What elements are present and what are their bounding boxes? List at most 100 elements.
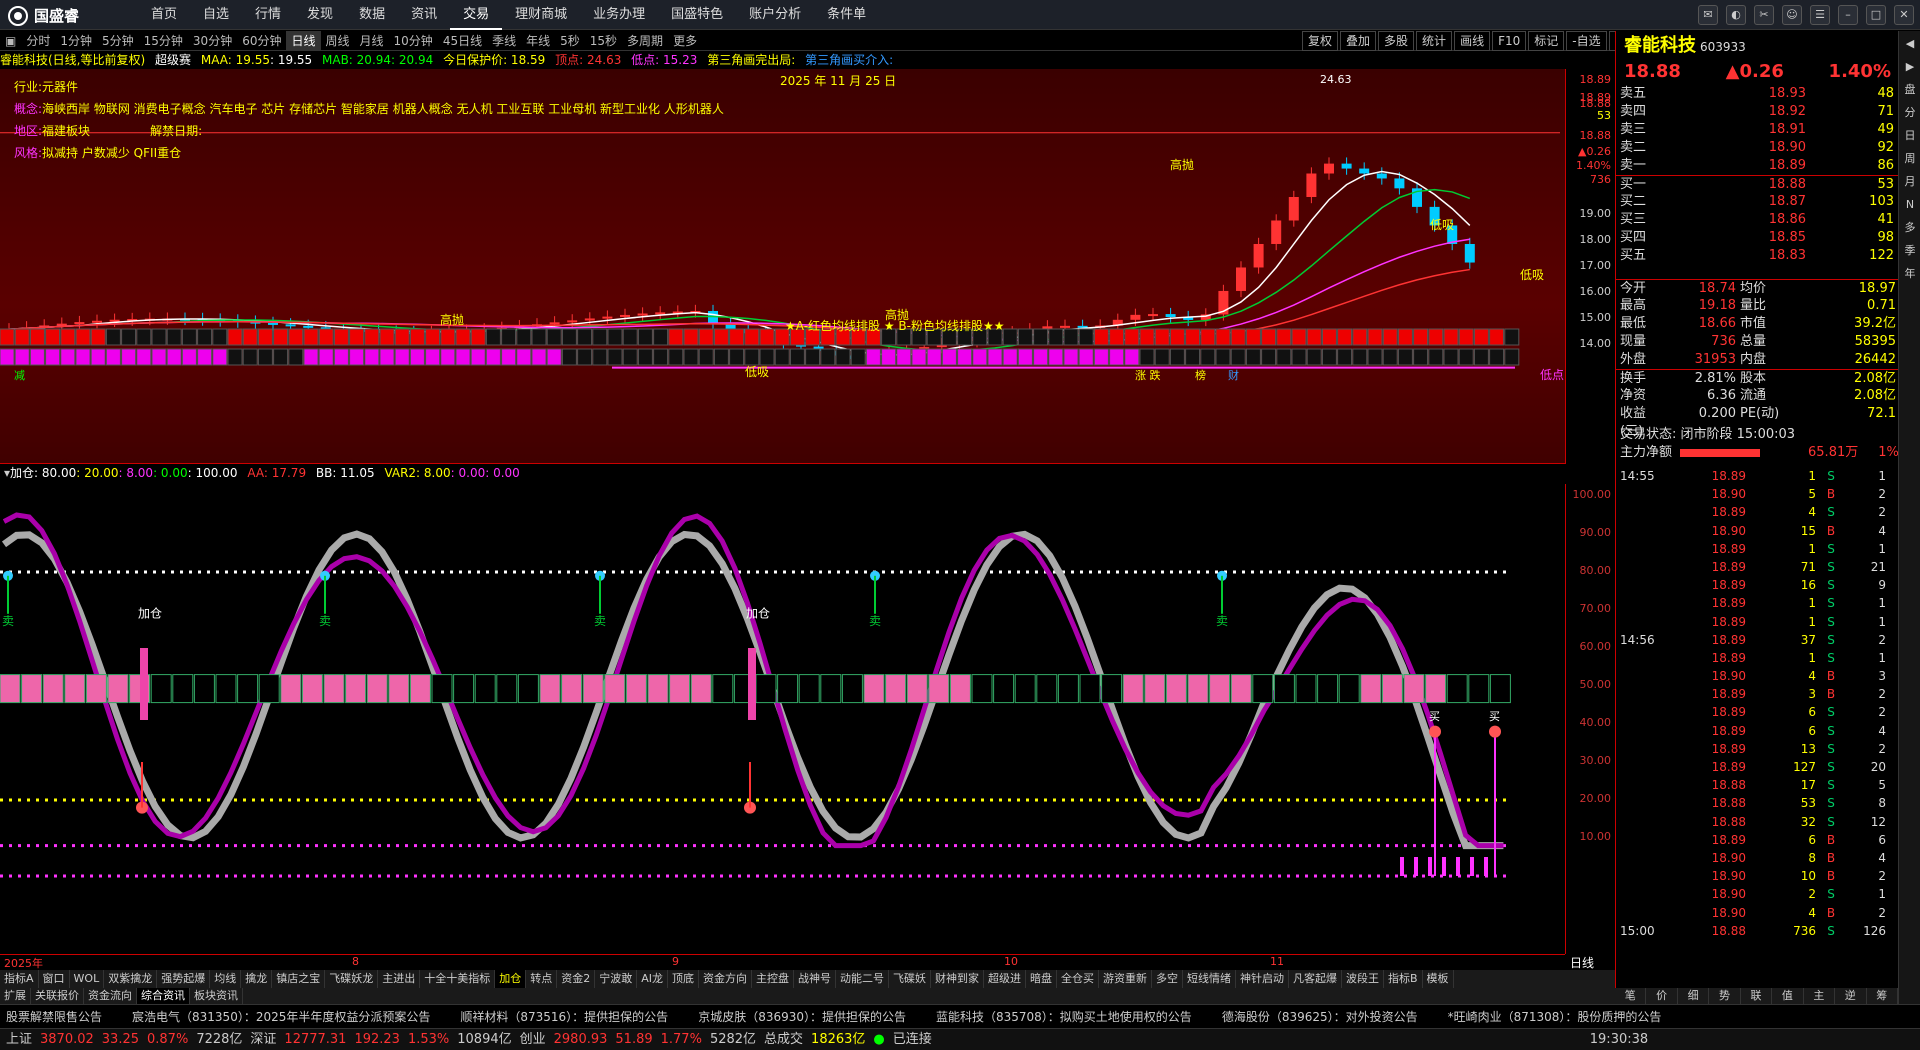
period-2[interactable]: 5分钟 xyxy=(97,31,139,50)
sidebar-btn-2[interactable]: 盘 xyxy=(1900,80,1920,100)
chart-tool-5[interactable]: F10 xyxy=(1492,31,1527,51)
maximize-icon[interactable]: □ xyxy=(1866,5,1886,25)
indicator-tab-2[interactable]: WOL xyxy=(70,970,105,988)
period-9[interactable]: 10分钟 xyxy=(389,31,438,50)
indicator-tab-21[interactable]: 飞碟妖 xyxy=(889,970,931,988)
period-14[interactable]: 15秒 xyxy=(585,31,622,50)
indicator-tab-27[interactable]: 多空 xyxy=(1152,970,1183,988)
news-item[interactable]: *旺崎肉业（871308）：股份质押的公告 xyxy=(1448,1005,1662,1028)
cy-label[interactable]: 创业 xyxy=(520,1029,546,1050)
book-row[interactable]: 卖三 18.91 49 xyxy=(1616,121,1899,139)
period-6[interactable]: 日线 xyxy=(286,31,321,50)
sidebar-btn-4[interactable]: 日 xyxy=(1900,126,1920,146)
book-row[interactable]: 买一 18.88 53 xyxy=(1616,175,1899,193)
indicator-tab-12[interactable]: 转点 xyxy=(526,970,558,988)
sidebar-btn-10[interactable]: 年 xyxy=(1900,264,1920,284)
book-row[interactable]: 买二 18.87 103 xyxy=(1616,193,1899,211)
menu-item-6[interactable]: 交易 xyxy=(450,0,503,30)
info-tab-1[interactable]: 关联报价 xyxy=(31,988,84,1004)
indicator-tab-14[interactable]: 宁波敢 xyxy=(595,970,638,988)
indicator-tab-24[interactable]: 暗盘 xyxy=(1026,970,1057,988)
indicator-tab-32[interactable]: 指标B xyxy=(1384,970,1423,988)
quote-tab-8[interactable]: 筹 xyxy=(1867,988,1898,1004)
period-10[interactable]: 45日线 xyxy=(438,31,487,50)
indicator-tab-25[interactable]: 全仓买 xyxy=(1057,970,1099,988)
close-icon[interactable]: ✕ xyxy=(1894,5,1914,25)
indicator-tab-16[interactable]: 顶底 xyxy=(668,970,699,988)
menu-item-8[interactable]: 业务办理 xyxy=(580,0,658,30)
sidebar-btn-7[interactable]: N xyxy=(1900,195,1920,215)
chart-tool-6[interactable]: 标记 xyxy=(1528,31,1565,51)
sidebar-btn-3[interactable]: 分 xyxy=(1900,103,1920,123)
quote-tab-6[interactable]: 主 xyxy=(1804,988,1836,1004)
book-row[interactable]: 买五 18.83 122 xyxy=(1616,247,1899,265)
menu-icon[interactable]: ☰ xyxy=(1810,5,1830,25)
app-logo[interactable]: 国盛睿 xyxy=(8,5,79,26)
indicator-tab-8[interactable]: 飞碟妖龙 xyxy=(325,970,379,988)
indicator-tab-18[interactable]: 主控盘 xyxy=(752,970,794,988)
menu-item-11[interactable]: 条件单 xyxy=(814,0,879,30)
period-7[interactable]: 周线 xyxy=(321,31,355,50)
period-3[interactable]: 15分钟 xyxy=(139,31,188,50)
quote-tab-2[interactable]: 细 xyxy=(1678,988,1710,1004)
info-tab-0[interactable]: 扩展 xyxy=(0,988,31,1004)
minimize-icon[interactable]: – xyxy=(1838,5,1858,25)
menu-item-5[interactable]: 资讯 xyxy=(398,0,450,30)
quote-tab-3[interactable]: 势 xyxy=(1709,988,1741,1004)
news-item[interactable]: 顺祥材料（873516）：提供担保的公告 xyxy=(460,1005,668,1028)
news-item[interactable]: 股票解禁限售公告 xyxy=(6,1005,102,1028)
indicator-tab-20[interactable]: 动能二号 xyxy=(836,970,889,988)
menu-item-7[interactable]: 理财商城 xyxy=(502,0,580,30)
period-15[interactable]: 多周期 xyxy=(622,31,668,50)
indicator-tab-7[interactable]: 镇店之宝 xyxy=(272,970,326,988)
sidebar-btn-9[interactable]: 季 xyxy=(1900,241,1920,261)
indicator-tab-29[interactable]: 神针启动 xyxy=(1236,970,1289,988)
skin-icon[interactable]: ◐ xyxy=(1726,5,1746,25)
indicator-tab-13[interactable]: 资金2 xyxy=(557,970,596,988)
info-tab-4[interactable]: 板块资讯 xyxy=(190,988,243,1004)
period-13[interactable]: 5秒 xyxy=(555,31,585,50)
news-item[interactable]: 蓝能科技（835708）：拟购买土地使用权的公告 xyxy=(936,1005,1192,1028)
indicator-tab-23[interactable]: 超级进 xyxy=(984,970,1026,988)
chart-tool-1[interactable]: 叠加 xyxy=(1340,31,1377,51)
menu-item-4[interactable]: 数据 xyxy=(346,0,398,30)
indicator-chart[interactable]: 加仓 加仓卖 卖 卖 卖 卖买 买 xyxy=(0,484,1565,954)
quote-tab-1[interactable]: 价 xyxy=(1646,988,1678,1004)
indicator-tab-9[interactable]: 主进出 xyxy=(378,970,421,988)
quote-tab-0[interactable]: 笔 xyxy=(1615,988,1647,1004)
quote-tab-7[interactable]: 逆 xyxy=(1835,988,1867,1004)
tick-list[interactable]: 14:55 18.89 1 S 1 18.90 5 B 2 18.89 4 S 2 18.90 15 B 4 18… xyxy=(1616,467,1899,940)
news-item[interactable]: 京城皮肤（836930）：提供担保的公告 xyxy=(698,1005,906,1028)
book-row[interactable]: 买四 18.85 98 xyxy=(1616,229,1899,247)
chart-tool-3[interactable]: 统计 xyxy=(1416,31,1453,51)
sidebar-btn-6[interactable]: 月 xyxy=(1900,172,1920,192)
book-row[interactable]: 卖五 18.93 48 xyxy=(1616,85,1899,103)
quote-tab-5[interactable]: 值 xyxy=(1772,988,1804,1004)
info-tab-2[interactable]: 资金流向 xyxy=(84,988,137,1004)
sidebar-btn-8[interactable]: 多 xyxy=(1900,218,1920,238)
indicator-tab-4[interactable]: 强势起爆 xyxy=(157,970,211,988)
menu-item-10[interactable]: 账户分析 xyxy=(736,0,814,30)
indicator-tab-19[interactable]: 战神号 xyxy=(794,970,836,988)
period-4[interactable]: 30分钟 xyxy=(188,31,237,50)
chart-tool-2[interactable]: 多股 xyxy=(1378,31,1415,51)
indicator-tab-30[interactable]: 凡客起爆 xyxy=(1289,970,1342,988)
sh-label[interactable]: 上证 xyxy=(6,1029,32,1050)
user-icon[interactable]: ☺ xyxy=(1782,5,1802,25)
indicator-tab-1[interactable]: 窗口 xyxy=(39,970,70,988)
period-12[interactable]: 年线 xyxy=(521,31,555,50)
indicator-tab-3[interactable]: 双紫擒龙 xyxy=(104,970,158,988)
chart-tool-7[interactable]: -自选 xyxy=(1566,31,1607,51)
period-0[interactable]: 分时 xyxy=(21,31,55,50)
book-row[interactable]: 卖二 18.90 92 xyxy=(1616,139,1899,157)
menu-item-0[interactable]: 首页 xyxy=(138,0,190,30)
book-row[interactable]: 卖一 18.89 86 xyxy=(1616,157,1899,175)
info-tab-3[interactable]: 综合资讯 xyxy=(137,988,190,1004)
indicator-tab-5[interactable]: 均线 xyxy=(210,970,242,988)
sidebar-btn-1[interactable]: ▶ xyxy=(1900,57,1920,77)
menu-item-3[interactable]: 发现 xyxy=(294,0,346,30)
quote-tab-4[interactable]: 联 xyxy=(1741,988,1773,1004)
indicator-tab-6[interactable]: 擒龙 xyxy=(241,970,273,988)
indicator-tab-31[interactable]: 波段王 xyxy=(1342,970,1384,988)
indicator-tab-17[interactable]: 资金方向 xyxy=(699,970,752,988)
